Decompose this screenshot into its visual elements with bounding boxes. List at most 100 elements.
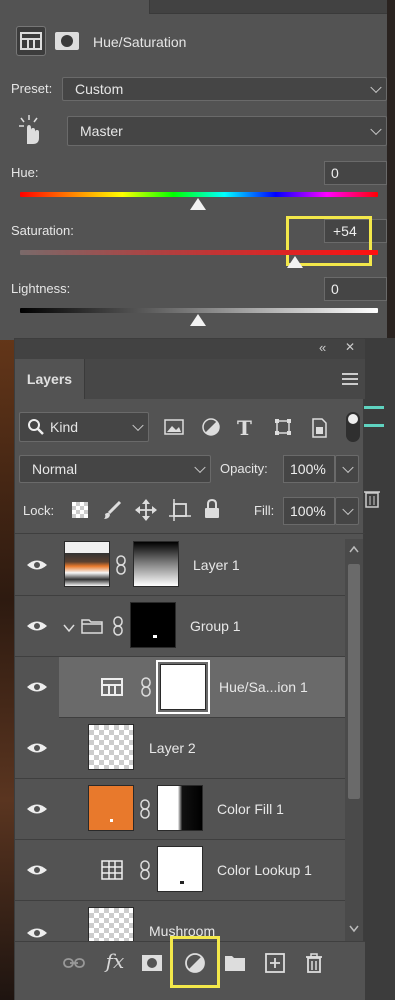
eye-icon[interactable] (23, 860, 51, 880)
chevron-down-icon[interactable] (63, 620, 75, 633)
adjustment-icon-button[interactable] (16, 26, 46, 56)
close-icon[interactable]: ✕ (345, 340, 355, 354)
lock-artboard-icon[interactable] (169, 499, 191, 521)
accent-line (364, 406, 384, 409)
tab-layers[interactable]: Layers (15, 359, 85, 399)
layer-row-color-fill[interactable]: Color Fill 1 (15, 779, 345, 840)
chain-link-icon[interactable] (112, 616, 124, 636)
lightness-label: Lightness: (11, 281, 71, 296)
eye-icon[interactable] (23, 616, 51, 636)
channel-value: Master (80, 123, 123, 139)
preset-select[interactable]: Custom (62, 77, 387, 101)
type-filter-icon[interactable]: T (237, 416, 252, 440)
eye-icon[interactable] (23, 555, 51, 575)
lock-position-move-icon[interactable] (135, 499, 157, 521)
preset-label: Preset: (11, 81, 53, 96)
layer-name[interactable]: Layer 2 (149, 740, 196, 756)
opacity-dropdown[interactable] (335, 455, 359, 483)
layer-mask-thumbnail (133, 541, 179, 587)
chevron-down-icon (342, 503, 354, 516)
saturation-label: Saturation: (11, 223, 74, 238)
pixel-filter-icon[interactable] (164, 419, 184, 437)
divider (15, 533, 365, 534)
folder-icon[interactable] (220, 948, 250, 978)
targeted-adjustment-icon[interactable] (18, 114, 44, 146)
chain-link-icon[interactable] (139, 860, 151, 880)
lock-label: Lock: (23, 503, 55, 518)
channel-select[interactable]: Master (67, 116, 387, 146)
layer-mask-thumbnail (160, 664, 206, 710)
eye-icon[interactable] (23, 923, 51, 941)
collapse-icon[interactable]: « (319, 340, 326, 355)
mask-icon (55, 32, 79, 50)
preset-value: Custom (75, 81, 124, 97)
layer-row-layer-2[interactable]: Layer 2 (15, 718, 345, 779)
eye-icon[interactable] (23, 677, 51, 697)
lock-all-icon[interactable] (204, 498, 222, 521)
lightness-input[interactable]: 0 (324, 277, 387, 301)
layer-mask-thumbnail (157, 846, 203, 892)
saturation-slider-thumb[interactable] (287, 256, 303, 268)
smart-object-filter-icon[interactable] (311, 418, 331, 438)
trash-icon[interactable] (299, 948, 329, 978)
layer-name[interactable]: Color Fill 1 (217, 801, 284, 817)
properties-panel: Hue/Saturation Preset: Custom Master Hue… (0, 0, 387, 340)
blend-mode-value: Normal (32, 461, 78, 477)
lightness-slider-thumb[interactable] (190, 314, 206, 326)
layer-name[interactable]: Layer 1 (193, 557, 240, 573)
fx-icon[interactable]: fx (100, 946, 130, 976)
hue-input[interactable]: 0 (324, 161, 387, 185)
mask-icon-button[interactable] (52, 26, 82, 56)
layer-row-group-1[interactable]: Group 1 (15, 596, 345, 657)
layer-row-hue-saturation[interactable]: Hue/Sa...ion 1 (15, 657, 345, 718)
eye-icon[interactable] (23, 799, 51, 819)
fill-color-thumbnail[interactable] (88, 785, 134, 831)
new-layer-icon[interactable] (260, 948, 290, 978)
hue-slider-track[interactable] (20, 192, 378, 197)
lock-transparent-icon[interactable] (72, 502, 88, 518)
layers-bottom-bar: fx (15, 936, 365, 1000)
right-panel-strip (364, 338, 395, 1000)
adjustment-filter-icon[interactable] (202, 418, 222, 438)
fill-dropdown[interactable] (335, 497, 359, 525)
search-icon (28, 419, 44, 435)
new-adjustment-layer-icon[interactable] (180, 948, 210, 978)
chevron-up-icon[interactable] (349, 545, 359, 553)
opacity-label: Opacity: (220, 461, 268, 476)
opacity-input[interactable]: 100% (283, 455, 335, 483)
properties-tab[interactable] (0, 0, 150, 14)
layer-thumbnail (88, 724, 134, 770)
add-mask-icon[interactable] (137, 948, 167, 978)
scrollbar-thumb[interactable] (348, 564, 360, 799)
saturation-slider-track[interactable] (20, 250, 378, 255)
chevron-down-icon (342, 461, 354, 474)
trash-icon[interactable] (364, 488, 384, 512)
eye-icon[interactable] (23, 738, 51, 758)
link-layers-icon[interactable] (59, 948, 89, 978)
blend-mode-select[interactable]: Normal (19, 455, 211, 483)
layer-name[interactable]: Group 1 (190, 618, 241, 634)
hue-slider-thumb[interactable] (190, 198, 206, 210)
layer-name[interactable]: Hue/Sa...ion 1 (219, 679, 308, 695)
filter-kind-select[interactable]: Kind (19, 412, 149, 442)
hue-saturation-icon (20, 32, 42, 50)
layer-row-color-lookup[interactable]: Color Lookup 1 (15, 840, 345, 901)
color-lookup-grid-icon (101, 860, 123, 880)
properties-title: Hue/Saturation (93, 34, 187, 50)
lightness-slider-track[interactable] (20, 308, 378, 313)
layers-panel: « ✕ Layers Kind T Normal Opacity: 100% L… (14, 338, 365, 1000)
panel-menu-icon[interactable] (342, 372, 358, 386)
chevron-down-icon[interactable] (349, 925, 359, 933)
chain-link-icon[interactable] (115, 555, 127, 575)
layer-row-layer-1[interactable]: Layer 1 (15, 535, 345, 596)
layer-row-mushroom[interactable]: Mushroom (15, 901, 345, 941)
chain-link-icon[interactable] (140, 677, 152, 697)
shape-filter-icon[interactable] (274, 418, 294, 438)
chevron-down-icon (370, 123, 382, 136)
fill-input[interactable]: 100% (283, 497, 335, 525)
lock-pixels-brush-icon[interactable] (102, 500, 122, 520)
chevron-down-icon (132, 419, 144, 432)
chain-link-icon[interactable] (139, 799, 151, 819)
filter-toggle[interactable] (346, 412, 360, 442)
layer-name[interactable]: Color Lookup 1 (217, 862, 312, 878)
